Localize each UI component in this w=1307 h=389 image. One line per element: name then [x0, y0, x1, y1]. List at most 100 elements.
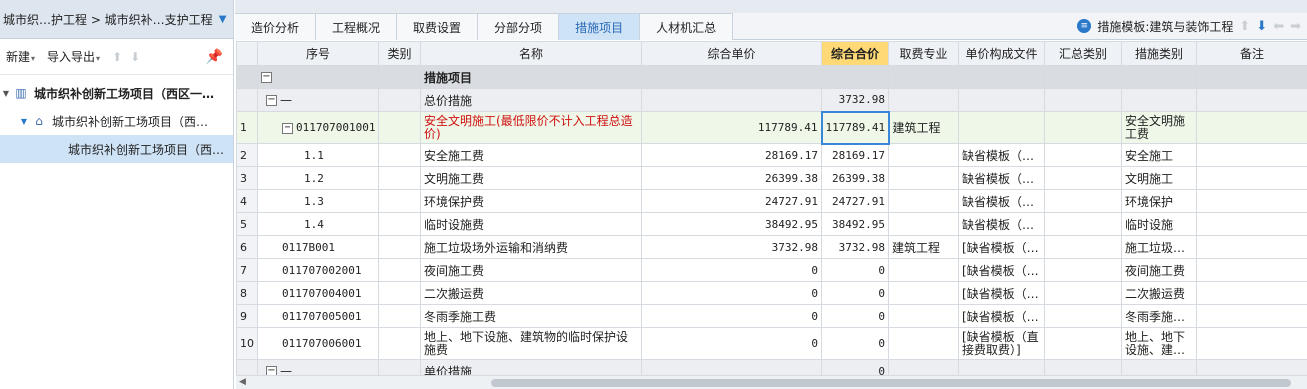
table-row[interactable]: − — 总价措施 3732.98: [236, 88, 1307, 112]
name-cell[interactable]: 文明施工费: [420, 166, 642, 190]
column-header[interactable]: 综合合价: [821, 41, 889, 66]
measure-category-cell[interactable]: 夜间施工费: [1121, 258, 1197, 282]
summary-cell[interactable]: [1044, 111, 1122, 144]
table-row[interactable]: 10 011707006001 地上、地下设施、建筑物的临时保护设施费 0 0 …: [236, 327, 1307, 360]
column-header[interactable]: 序号: [257, 41, 379, 66]
major-cell[interactable]: [888, 258, 959, 282]
tree-node-single[interactable]: ▼ ⌂ 城市织补创新工场项目（西…: [0, 107, 233, 135]
name-cell[interactable]: 安全施工费: [420, 143, 642, 167]
major-cell[interactable]: [888, 281, 959, 305]
note-cell[interactable]: [1196, 189, 1307, 213]
note-cell[interactable]: [1196, 143, 1307, 167]
measure-category-cell[interactable]: 安全施工: [1121, 143, 1197, 167]
column-header[interactable]: 单价构成文件: [958, 41, 1045, 66]
table-row[interactable]: 8 011707004001 二次搬运费 0 0 [缺省模板（… 二次搬运费: [236, 281, 1307, 305]
name-cell[interactable]: 施工垃圾场外运输和消纳费: [420, 235, 642, 259]
table-row[interactable]: 2 1.1 安全施工费 28169.17 28169.17 缺省模板（… 安全施…: [236, 143, 1307, 167]
summary-cell[interactable]: [1044, 235, 1122, 259]
tab-sub-items[interactable]: 分部分项: [478, 13, 560, 40]
move-down-icon[interactable]: ⬇: [1256, 19, 1267, 34]
price-file-cell[interactable]: [958, 359, 1045, 375]
table-row[interactable]: − 措施项目: [236, 65, 1307, 89]
note-cell[interactable]: [1196, 281, 1307, 305]
summary-cell[interactable]: [1044, 359, 1122, 375]
collapse-box-icon[interactable]: −: [266, 95, 277, 106]
total-cell[interactable]: 117789.41: [820, 110, 890, 145]
note-cell[interactable]: [1196, 88, 1307, 112]
summary-cell[interactable]: [1044, 143, 1122, 167]
table-row[interactable]: 7 011707002001 夜间施工费 0 0 [缺省模板（… 夜间施工费: [236, 258, 1307, 282]
move-up-icon[interactable]: ⬆: [112, 50, 122, 64]
tab-labor-material-summary[interactable]: 人材机汇总: [640, 13, 734, 40]
collapse-box-icon[interactable]: −: [282, 122, 293, 134]
measure-category-cell[interactable]: [1121, 65, 1197, 89]
price-file-cell[interactable]: [缺省模板（…: [958, 281, 1045, 305]
tab-project-overview[interactable]: 工程概况: [316, 13, 398, 40]
note-cell[interactable]: [1196, 212, 1307, 236]
note-cell[interactable]: [1196, 166, 1307, 190]
measure-category-cell[interactable]: 施工垃圾…: [1121, 235, 1197, 259]
column-header[interactable]: 类别: [378, 41, 421, 66]
table-row[interactable]: 9 011707005001 冬雨季施工费 0 0 [缺省模板（… 冬雨季施…: [236, 304, 1307, 328]
summary-cell[interactable]: [1044, 88, 1122, 112]
major-cell[interactable]: [888, 143, 959, 167]
note-cell[interactable]: [1196, 327, 1307, 360]
collapse-triangle-icon[interactable]: ▼: [18, 117, 30, 126]
major-cell[interactable]: 建筑工程: [888, 235, 959, 259]
arrow-left-icon[interactable]: ⬅: [1273, 19, 1284, 34]
name-cell[interactable]: 二次搬运费: [420, 281, 642, 305]
note-cell[interactable]: [1196, 111, 1307, 144]
table-row[interactable]: − — 单价措施 0: [236, 359, 1307, 375]
template-icon[interactable]: ≡: [1077, 19, 1092, 33]
major-cell[interactable]: 建筑工程: [888, 111, 959, 144]
table-row[interactable]: 3 1.2 文明施工费 26399.38 26399.38 缺省模板（… 文明施…: [236, 166, 1307, 190]
pin-icon[interactable]: 📌: [206, 49, 223, 65]
summary-cell[interactable]: [1044, 65, 1122, 89]
move-down-icon[interactable]: ⬇: [130, 50, 140, 64]
major-cell[interactable]: [888, 88, 959, 112]
breadcrumb[interactable]: 城市织…护工程 > 城市织补…支护工程 ▼: [0, 0, 233, 39]
name-cell[interactable]: 安全文明施工(最低限价不计入工程总造价): [420, 111, 642, 144]
measure-category-cell[interactable]: 安全文明施工费: [1121, 111, 1197, 144]
column-header[interactable]: 措施类别: [1121, 41, 1197, 66]
measure-category-cell[interactable]: 地上、地下设施、建…: [1121, 327, 1197, 360]
price-file-cell[interactable]: [958, 65, 1045, 89]
major-cell[interactable]: [888, 327, 959, 360]
horizontal-scrollbar[interactable]: ◀: [236, 375, 1307, 389]
name-cell[interactable]: 临时设施费: [420, 212, 642, 236]
name-cell[interactable]: 总价措施: [420, 88, 642, 112]
summary-cell[interactable]: [1044, 258, 1122, 282]
note-cell[interactable]: [1196, 359, 1307, 375]
scroll-left-icon[interactable]: ◀: [239, 377, 246, 387]
move-up-icon[interactable]: ⬆: [1239, 19, 1250, 34]
column-header[interactable]: 综合单价: [641, 41, 822, 66]
tab-fee-settings[interactable]: 取费设置: [397, 13, 479, 40]
note-cell[interactable]: [1196, 65, 1307, 89]
summary-cell[interactable]: [1044, 304, 1122, 328]
note-cell[interactable]: [1196, 235, 1307, 259]
table-row[interactable]: 4 1.3 环境保护费 24727.91 24727.91 缺省模板（… 环境保…: [236, 189, 1307, 213]
name-cell[interactable]: 措施项目: [420, 65, 642, 89]
collapse-box-icon[interactable]: −: [261, 72, 272, 83]
major-cell[interactable]: [888, 166, 959, 190]
tab-cost-analysis[interactable]: 造价分析: [235, 13, 317, 40]
price-file-cell[interactable]: 缺省模板（…: [958, 189, 1045, 213]
summary-cell[interactable]: [1044, 212, 1122, 236]
major-cell[interactable]: [888, 65, 959, 89]
column-header[interactable]: 取费专业: [888, 41, 959, 66]
price-file-cell[interactable]: [缺省模板（…: [958, 304, 1045, 328]
price-file-cell[interactable]: [缺省模板（…: [958, 235, 1045, 259]
name-cell[interactable]: 地上、地下设施、建筑物的临时保护设施费: [420, 327, 642, 360]
scrollbar-thumb[interactable]: [491, 379, 1291, 387]
price-file-cell[interactable]: [缺省模板（…: [958, 258, 1045, 282]
measure-category-cell[interactable]: 环境保护: [1121, 189, 1197, 213]
new-button[interactable]: 新建▾: [6, 48, 35, 65]
price-file-cell[interactable]: [958, 111, 1045, 144]
name-cell[interactable]: 夜间施工费: [420, 258, 642, 282]
arrow-right-icon[interactable]: ➡: [1290, 19, 1301, 34]
tree-node-unit[interactable]: 城市织补创新工场项目（西…: [0, 135, 233, 163]
measure-category-cell[interactable]: [1121, 88, 1197, 112]
summary-cell[interactable]: [1044, 281, 1122, 305]
price-file-cell[interactable]: [缺省模板（直接费取费）]: [958, 327, 1045, 360]
measure-category-cell[interactable]: 冬雨季施…: [1121, 304, 1197, 328]
